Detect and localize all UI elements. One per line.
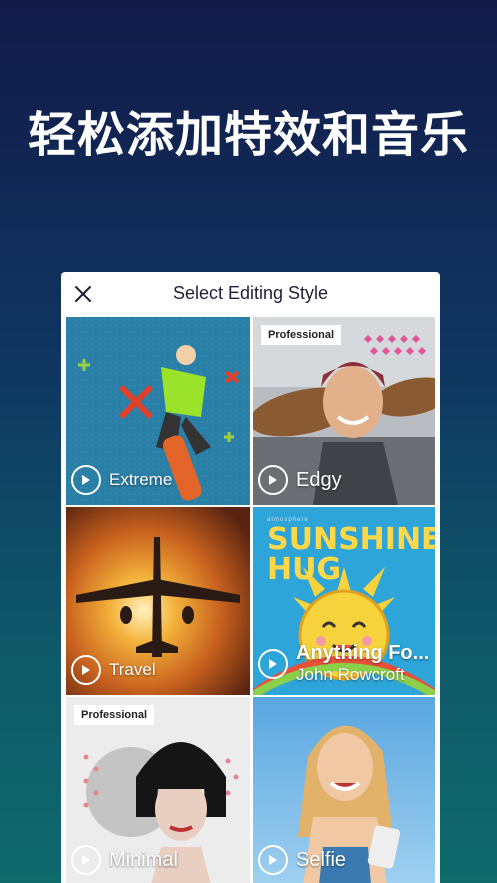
editing-style-dialog: Select Editing Style Extreme Professiona…	[61, 272, 440, 883]
headline: 轻松添加特效和音乐	[27, 107, 469, 163]
track-info: Anything Fo... John Rowcroft	[296, 642, 429, 685]
style-tile-extreme[interactable]: Extreme	[66, 317, 250, 505]
style-grid: Extreme Professional Edgy Travel atmosph…	[66, 317, 435, 883]
play-icon[interactable]	[71, 465, 101, 495]
style-label: Travel	[109, 660, 156, 679]
dialog-header: Select Editing Style	[61, 272, 440, 316]
style-label: Selfie	[296, 848, 347, 871]
play-icon[interactable]	[258, 465, 288, 495]
tile-label-row: Anything Fo... John Rowcroft	[258, 642, 429, 685]
professional-badge: Professional	[261, 325, 342, 345]
tile-label-row: Minimal	[71, 845, 178, 875]
style-label: Edgy	[296, 468, 342, 491]
dialog-title: Select Editing Style	[172, 283, 329, 303]
play-icon[interactable]	[258, 845, 288, 875]
style-label: Extreme	[109, 470, 173, 489]
professional-badge: Professional	[74, 705, 155, 725]
style-label: Minimal	[109, 848, 178, 871]
play-icon[interactable]	[258, 648, 288, 679]
tile-label-row: Selfie	[258, 845, 346, 875]
art-title: SUNSHINE HUG	[267, 522, 435, 587]
style-tile-minimal[interactable]: Professional Minimal	[66, 697, 250, 883]
style-tile-edgy[interactable]: Professional Edgy	[253, 317, 435, 505]
style-tile-selfie[interactable]: Selfie	[253, 697, 435, 883]
tile-label-row: Edgy	[258, 465, 342, 495]
tile-label-row: Travel	[71, 655, 156, 685]
style-tile-travel[interactable]: Travel	[66, 507, 250, 695]
style-tile-anything-for[interactable]: atmosphere SUNSHINE HUG Anything Fo... Jo…	[253, 507, 435, 695]
track-title: Anything Fo...	[296, 642, 430, 664]
tile-label-row: Extreme	[71, 465, 172, 495]
play-icon[interactable]	[71, 655, 101, 685]
play-icon[interactable]	[71, 845, 101, 875]
track-artist: John Rowcroft	[296, 665, 405, 684]
